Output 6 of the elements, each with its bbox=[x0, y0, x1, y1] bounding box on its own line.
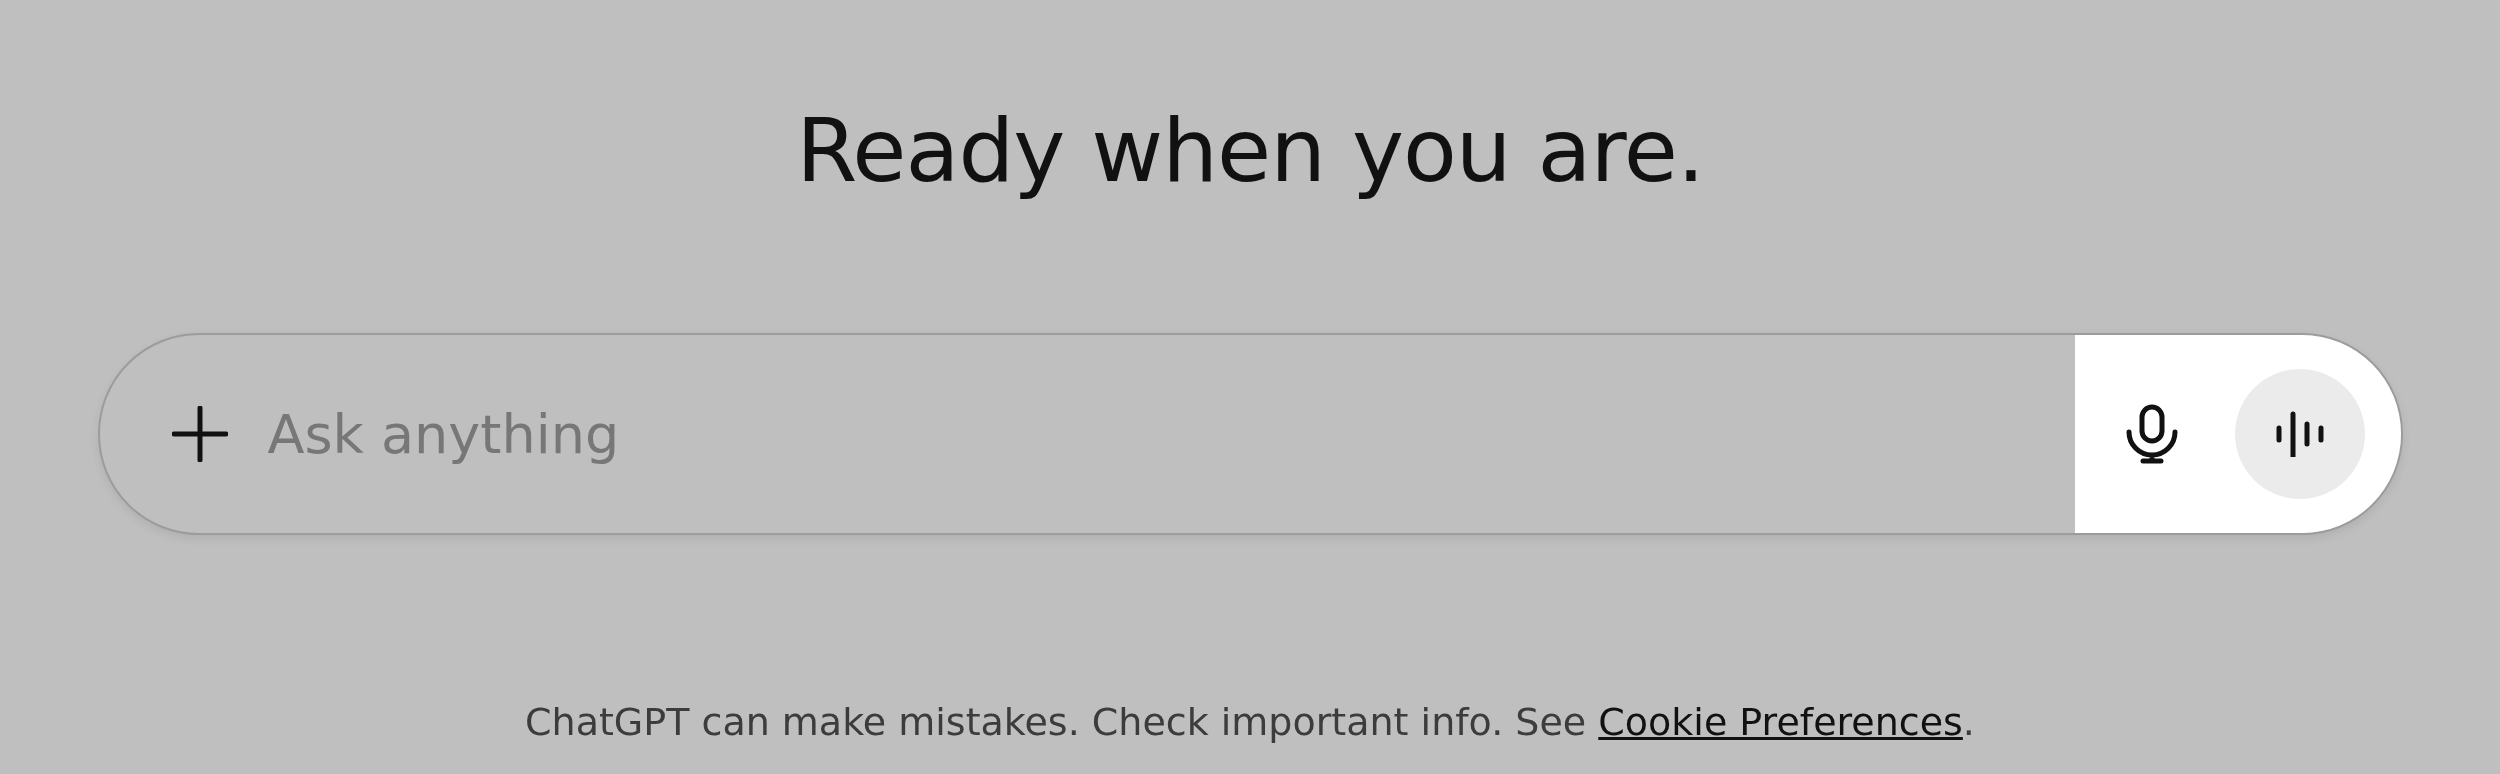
sound-wave-icon bbox=[2274, 411, 2325, 457]
plus-icon[interactable] bbox=[171, 406, 228, 462]
message-composer[interactable]: Ask anything bbox=[97, 333, 2403, 535]
cookie-preferences-link[interactable]: Cookie Preferences bbox=[1598, 700, 1963, 744]
disclaimer-text: ChatGPT can make mistakes. Check important info. See Cookie Preferences. bbox=[525, 700, 1975, 744]
page-heading: Ready when you are. bbox=[796, 98, 1704, 204]
